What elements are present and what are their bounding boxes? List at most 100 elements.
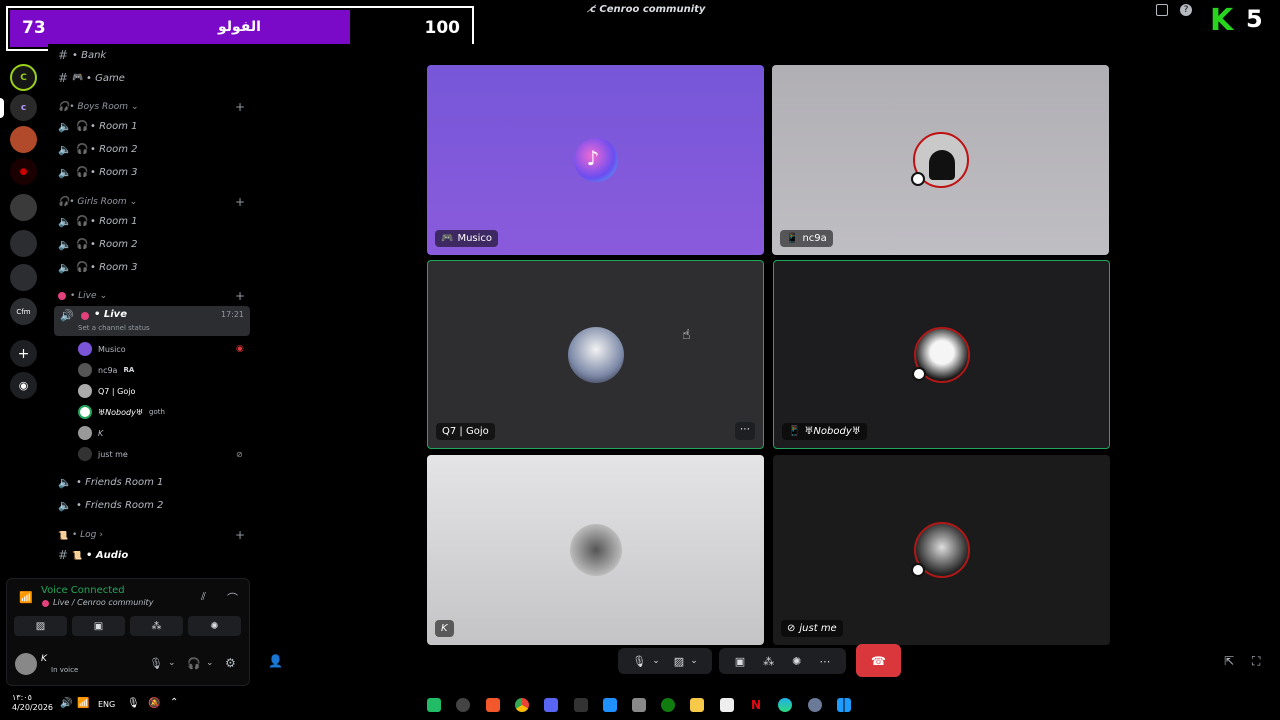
category-boys-room[interactable]: 🎧 • Boys Room ⌄ — [58, 102, 139, 112]
mic-icon[interactable]: 🎙 — [149, 657, 163, 670]
server-icon-red[interactable]: ● — [10, 158, 37, 185]
user-avatar[interactable] — [15, 653, 37, 675]
server-icon-cfm[interactable]: Cfm — [10, 298, 37, 325]
chevron-down-icon[interactable]: ⌄ — [168, 658, 176, 668]
server-icon-community[interactable] — [10, 194, 37, 221]
channel-audio[interactable]: # 📜 • Audio — [58, 548, 128, 562]
member-name: Musico — [98, 344, 126, 354]
voice-channel-live[interactable]: 🔊 • Live 17:21 Set a channel status — [54, 306, 250, 336]
server-icon-anime[interactable] — [10, 126, 37, 153]
category-log[interactable]: 📜 • Log › — [58, 530, 103, 540]
server-icon-c[interactable]: C — [10, 64, 37, 91]
voice-channel-boys-room-3[interactable]: 🔈 🎧 • Room 3 — [58, 166, 138, 179]
add-channel-icon[interactable]: + — [235, 195, 245, 209]
participant-tile-k[interactable]: K — [427, 455, 764, 645]
chevron-down-icon[interactable]: ⌄ — [652, 656, 660, 666]
settings-icon[interactable] — [808, 698, 822, 712]
discover-icon[interactable]: ◉ — [10, 372, 37, 399]
channel-status-prompt[interactable]: Set a channel status — [78, 324, 150, 332]
more-icon[interactable]: ⋯ — [819, 655, 830, 668]
chevron-down-icon[interactable]: ⌄ — [690, 656, 698, 666]
netflix-icon[interactable]: N — [749, 698, 763, 712]
participant-tile-nc9a[interactable]: 📱 nc9a — [772, 65, 1109, 255]
chrome-icon[interactable] — [515, 698, 529, 712]
app-icon-5[interactable] — [632, 698, 646, 712]
more-options-button[interactable]: ⋯ — [735, 422, 755, 440]
voice-member-k[interactable]: K — [78, 426, 103, 440]
voice-member-musico[interactable]: Musico ◉ — [78, 342, 244, 356]
server-folder-2[interactable] — [10, 264, 37, 291]
app-icon-3[interactable] — [574, 698, 588, 712]
notifications-off-icon[interactable]: 🔕 — [148, 698, 160, 709]
signal-icon[interactable]: 📶 — [19, 591, 33, 604]
category-live[interactable]: • Live ⌄ — [58, 291, 107, 301]
popout-icon[interactable]: ⇱ — [1224, 654, 1234, 668]
discord-icon[interactable] — [544, 698, 558, 712]
inbox-icon[interactable] — [1156, 4, 1168, 16]
disconnect-button[interactable]: ☎ — [856, 644, 901, 677]
score-fill — [10, 10, 350, 47]
controller-icon: 🎮 — [72, 73, 84, 83]
activities-button[interactable]: ⁂ — [130, 616, 183, 636]
soundboard-button[interactable]: ✺ — [188, 616, 241, 636]
add-people-icon[interactable]: 👤 — [268, 654, 283, 668]
voice-location[interactable]: Live / Cenroo community — [53, 598, 153, 607]
disconnect-icon[interactable]: ⌒ — [227, 590, 238, 606]
channel-game[interactable]: # 🎮 • Game — [58, 71, 125, 85]
voice-status[interactable]: Voice Connected — [41, 585, 125, 596]
category-girls-room[interactable]: 🎧 • Girls Room ⌄ — [58, 197, 137, 207]
server-icon-cenroo[interactable]: c — [10, 94, 37, 121]
channel-bank[interactable]: # • Bank — [58, 48, 106, 62]
wifi-icon[interactable]: 📶 — [77, 698, 89, 709]
camera-off-button[interactable]: ▨ — [14, 616, 67, 636]
participant-tile-musico[interactable]: ♪ 🎮 Musico — [427, 65, 764, 255]
add-server-icon[interactable]: + — [10, 340, 37, 367]
file-explorer-icon[interactable] — [690, 698, 704, 712]
soundboard-icon[interactable]: ✺ — [792, 655, 801, 668]
voice-member-just-me[interactable]: just me ⊘ — [78, 447, 243, 461]
voice-channel-boys-room-2[interactable]: 🔈 🎧 • Room 2 — [58, 143, 138, 156]
volume-icon[interactable]: 🔊 — [60, 698, 72, 709]
mic-icon[interactable]: 🎙 — [632, 655, 646, 668]
participant-tile-nobody[interactable]: 📱 ♅Nobody♅ — [773, 260, 1110, 449]
start-icon[interactable] — [837, 698, 851, 712]
share-screen-button[interactable]: ▣ — [72, 616, 125, 636]
voice-channel-friends-room-1[interactable]: 🔈 • Friends Room 1 — [58, 476, 163, 489]
screen-share-icon[interactable]: ▣ — [735, 655, 745, 668]
k-avatar — [78, 426, 92, 440]
store-icon[interactable] — [720, 698, 734, 712]
help-icon[interactable]: ? — [1180, 4, 1192, 16]
voice-channel-friends-room-2[interactable]: 🔈 • Friends Room 2 — [58, 499, 163, 512]
taskbar-clock[interactable]: ١٣:٠٥ 4/20/2026 — [12, 693, 53, 713]
app-icon-2[interactable] — [456, 698, 470, 712]
activities-icon[interactable]: ⁂ — [763, 655, 774, 668]
voice-channel-boys-room-1[interactable]: 🔈 🎧 • Room 1 — [58, 120, 138, 133]
add-channel-icon[interactable]: + — [235, 289, 245, 303]
add-channel-icon[interactable]: + — [235, 528, 245, 542]
add-channel-icon[interactable]: + — [235, 100, 245, 114]
server-folder-1[interactable] — [10, 230, 37, 257]
camera-off-icon[interactable]: ▨ — [674, 655, 684, 668]
participant-tile-gojo[interactable]: Q7 | Gojo ⋯ ☝ — [427, 260, 764, 449]
headphones-icon[interactable]: 🎧 — [187, 657, 201, 670]
noise-suppression-icon[interactable]: ⫽ — [201, 590, 206, 604]
voice-member-nobody[interactable]: ♅Nobody♅ goth — [78, 405, 165, 419]
voice-member-nc9a[interactable]: nc9a RA — [78, 363, 134, 377]
voice-channel-girls-room-3[interactable]: 🔈 🎧 • Room 3 — [58, 261, 138, 274]
mic-icon[interactable]: 🎙 — [127, 698, 140, 709]
language-indicator[interactable]: ENG — [98, 700, 115, 709]
app-icon-4[interactable] — [603, 698, 617, 712]
chevron-up-icon[interactable]: ⌃ — [170, 697, 178, 708]
channel-name: • Friends Room 2 — [76, 500, 164, 511]
settings-icon[interactable]: ⚙ — [225, 656, 236, 670]
voice-member-gojo[interactable]: Q7 | Gojo — [78, 384, 135, 398]
participant-tile-just-me[interactable]: ⊘ just me — [773, 455, 1110, 645]
voice-channel-girls-room-1[interactable]: 🔈 🎧 • Room 1 — [58, 215, 138, 228]
xbox-icon[interactable] — [661, 698, 675, 712]
edge-icon[interactable] — [778, 698, 792, 712]
fullscreen-icon[interactable]: ⛶ — [1252, 654, 1260, 669]
voice-channel-girls-room-2[interactable]: 🔈 🎧 • Room 2 — [58, 238, 138, 251]
brave-icon[interactable] — [486, 698, 500, 712]
chevron-down-icon[interactable]: ⌄ — [206, 658, 214, 668]
app-icon-1[interactable] — [427, 698, 441, 712]
